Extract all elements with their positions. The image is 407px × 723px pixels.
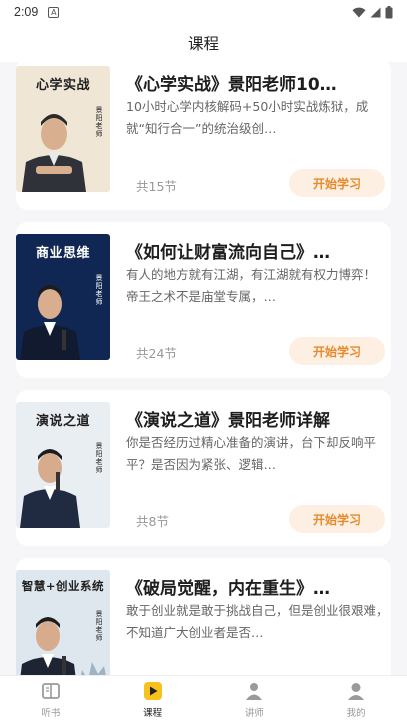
cover-subtitle: 景阳老师 [95, 610, 103, 642]
lesson-count: 共8节 [136, 514, 169, 529]
play-icon [143, 682, 162, 700]
course-title[interactable]: 《破局觉醒，内在重生》… [126, 574, 391, 599]
status-bar: 2:09 A [0, 0, 407, 24]
course-description: 有人的地方就有江湖，有江湖就有权力博弈！ 帝王之术不是庙堂专属，… [126, 267, 377, 304]
nav-item-listen[interactable]: 听书 [0, 676, 102, 723]
book-icon [41, 683, 60, 699]
lesson-count: 共24节 [136, 346, 177, 361]
course-title[interactable]: 《演说之道》景阳老师详解 [126, 406, 391, 431]
course-description: 10小时心学内核解码+50小时实战炼狱，成就“知行合一”的统治级创… [126, 99, 369, 136]
battery-icon [385, 5, 393, 18]
nav-item-mine[interactable]: 我的 [305, 676, 407, 723]
cover-subtitle: 景阳老师 [95, 442, 103, 474]
lesson-count: 共15节 [136, 179, 177, 194]
status-time: 2:09 [14, 5, 39, 19]
wifi-icon [352, 7, 366, 17]
course-description: 敢于创业就是敢于挑战自己，但是创业很艰难，不知道广大创业者是否… [126, 603, 389, 640]
course-cover[interactable]: 商业思维 景阳老师 [16, 234, 110, 360]
system-icons [352, 5, 393, 19]
nav-label: 课程 [143, 708, 163, 719]
cover-subtitle: 景阳老师 [95, 106, 103, 138]
header: 课程 [0, 24, 407, 62]
notification-a-icon: A [48, 6, 60, 18]
start-learning-button[interactable]: 开始学习 [289, 337, 385, 365]
lecturer-icon [246, 683, 263, 700]
nav-label: 听书 [41, 708, 61, 719]
course-cover[interactable]: 智慧+创业系统 景阳老师 [16, 570, 110, 675]
start-learning-button[interactable]: 开始学习 [289, 169, 385, 197]
cover-subtitle: 景阳老师 [95, 274, 103, 306]
course-title[interactable]: 《心学实战》景阳老师10… [126, 70, 391, 95]
signal-icon [370, 7, 381, 17]
profile-icon [348, 683, 365, 700]
nav-item-lecturer[interactable]: 讲师 [204, 676, 306, 723]
nav-label: 我的 [346, 708, 366, 719]
course-cover[interactable]: 心学实战 景阳老师 [16, 66, 110, 192]
page-title: 课程 [187, 35, 219, 53]
nav-label: 讲师 [244, 708, 264, 719]
nav-item-courses[interactable]: 课程 [102, 676, 204, 723]
start-learning-button[interactable]: 开始学习 [289, 505, 385, 533]
bottom-nav: 听书 课程 讲师 我的 [0, 675, 407, 723]
course-title[interactable]: 《如何让财富流向自己》… [126, 238, 391, 263]
course-cover[interactable]: 演说之道 景阳老师 [16, 402, 110, 528]
course-list[interactable]: 心学实战 景阳老师 《心学实战》景阳老师10… 10小时心学内核解码+50小时实… [0, 62, 407, 675]
course-description: 你是否经历过精心准备的演讲，台下却反响平平？是否因为紧张、逻辑… [126, 435, 377, 472]
